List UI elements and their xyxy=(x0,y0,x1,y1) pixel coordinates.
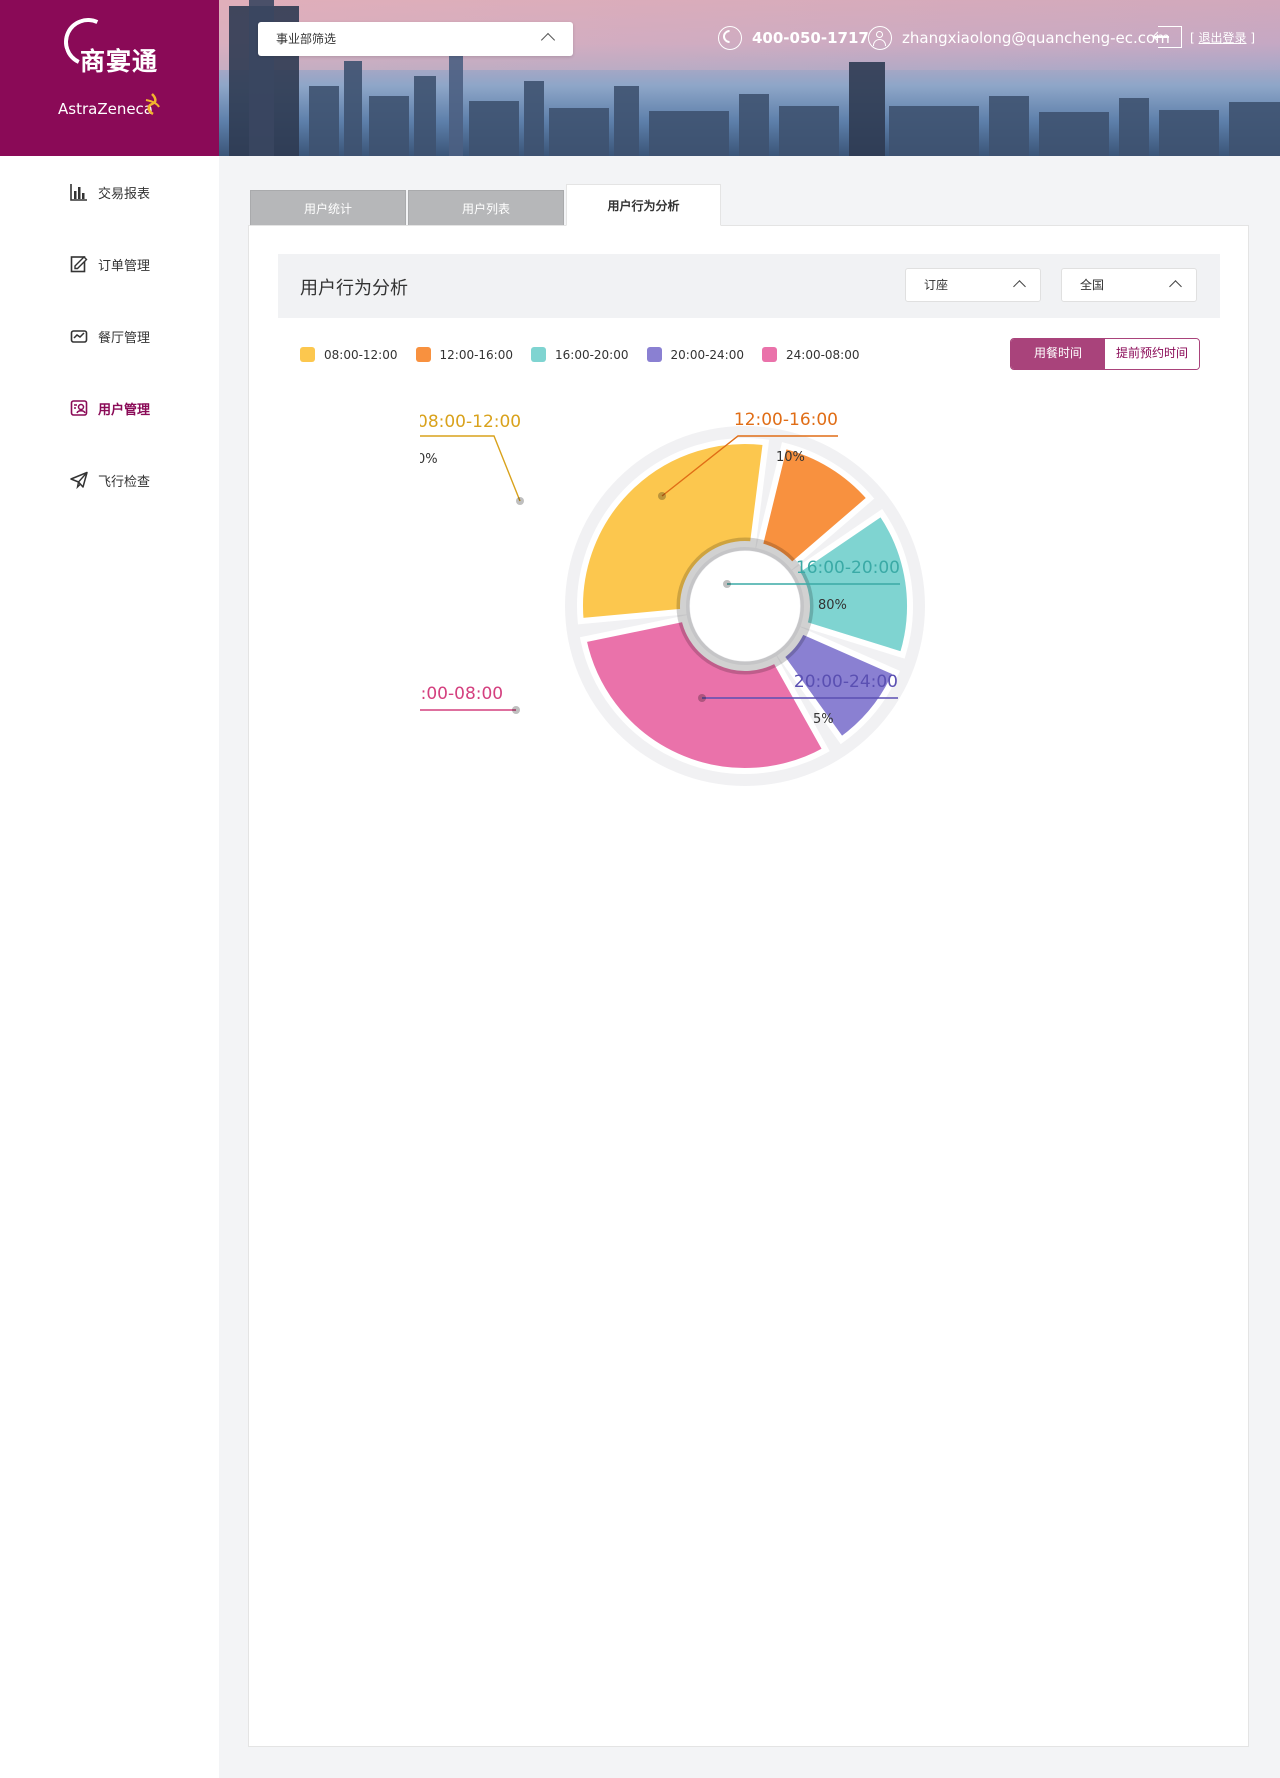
business-unit-select-value: 事业部筛选 xyxy=(276,32,337,46)
slice-value-label: 10% xyxy=(776,450,805,465)
page-title: 用户行为分析 xyxy=(300,278,408,299)
callout-dot xyxy=(723,580,731,588)
user-email: zhangxiaolong@quancheng-ec.com xyxy=(902,29,1170,47)
sidebar-item-label: 飞行检查 xyxy=(98,474,151,490)
header: 商宴通 AstraZeneca 事业部筛选 400-050-1717 zhang… xyxy=(0,0,1280,156)
tab-user-behavior-analysis[interactable]: 用户行为分析 xyxy=(566,184,721,226)
toggle-dining-time[interactable]: 用餐时间 xyxy=(1011,339,1105,369)
legend-item[interactable]: 16:00-20:00 xyxy=(531,347,629,362)
logout-link[interactable]: 退出登录 xyxy=(1199,31,1247,45)
slice-label: 12:00-16:00 xyxy=(734,410,838,430)
legend-label: 16:00-20:00 xyxy=(555,347,629,362)
slice-value-label: 5% xyxy=(813,712,834,727)
slice-label: 24:00-08:00 xyxy=(420,684,503,704)
phone-icon xyxy=(718,26,742,50)
slice-label: 20:00-24:00 xyxy=(794,672,898,692)
chevron-up-icon xyxy=(1169,280,1182,293)
tab-user-statistics[interactable]: 用户统计 xyxy=(250,190,406,226)
business-unit-select[interactable]: 事业部筛选 xyxy=(258,22,573,56)
chevron-up-icon xyxy=(540,32,556,48)
sidebar-item-label: 订单管理 xyxy=(98,258,151,274)
region-filter-select[interactable]: 全国 xyxy=(1061,268,1197,302)
astrazeneca-logo-icon xyxy=(145,93,160,116)
toggle-advance-booking-time[interactable]: 提前预约时间 xyxy=(1105,339,1199,369)
legend-label: 08:00-12:00 xyxy=(324,347,398,362)
sidebar-item-transaction-report[interactable]: 交易报表 xyxy=(70,180,150,204)
donut-hole xyxy=(690,551,800,661)
phone-contact: 400-050-1717 xyxy=(718,26,869,50)
company-name: AstraZeneca xyxy=(58,100,153,118)
callout-dot xyxy=(512,706,520,714)
time-mode-toggle[interactable]: 用餐时间 提前预约时间 xyxy=(1010,338,1200,370)
brand-block: 商宴通 AstraZeneca xyxy=(0,0,219,156)
slice-value-label: 80% xyxy=(818,598,847,613)
paper-plane-icon xyxy=(70,471,88,489)
legend-item[interactable]: 24:00-08:00 xyxy=(762,347,860,362)
legend-swatch xyxy=(762,347,777,362)
sidebar-item-label: 用户管理 xyxy=(98,402,151,418)
chart-legend: 08:00-12:00 12:00-16:00 16:00-20:00 20:00-2… xyxy=(300,347,878,362)
legend-swatch xyxy=(531,347,546,362)
user-account[interactable]: zhangxiaolong@quancheng-ec.com xyxy=(868,26,1170,50)
user-card-icon xyxy=(70,400,88,416)
type-filter-select[interactable]: 订座 xyxy=(905,268,1041,302)
sidebar-item-user-management[interactable]: 用户管理 xyxy=(70,396,150,420)
callout-line xyxy=(416,435,521,502)
callout-dot xyxy=(658,492,666,500)
bar-chart-icon xyxy=(70,184,87,201)
sidebar-item-label: 交易报表 xyxy=(98,186,151,202)
edit-document-icon xyxy=(70,256,88,273)
legend-swatch xyxy=(646,347,662,362)
callout-dot xyxy=(698,694,706,702)
type-filter-value: 订座 xyxy=(924,278,949,292)
behavior-donut-chart: 08:00-12:00 0% 12:00-16:00 10% 16:00-20:00 80… xyxy=(398,380,1100,840)
user-icon xyxy=(868,26,892,50)
legend-label: 20:00-24:00 xyxy=(670,347,745,362)
region-filter-value: 全国 xyxy=(1080,278,1105,292)
legend-label: 12:00-16:00 xyxy=(439,347,514,362)
slice-value-label: 0% xyxy=(420,452,438,467)
sidebar-item-order-management[interactable]: 订单管理 xyxy=(70,252,150,276)
legend-item[interactable]: 20:00-24:00 xyxy=(646,347,745,362)
slice-label: 16:00-20:00 xyxy=(796,558,900,578)
analysis-toolbar: 用户行为分析 订座 全国 xyxy=(278,254,1220,318)
legend-label: 24:00-08:00 xyxy=(786,347,860,362)
legend-item[interactable]: 12:00-16:00 xyxy=(415,347,514,362)
sidebar-item-restaurant-management[interactable]: 餐厅管理 xyxy=(70,324,150,348)
legend-swatch xyxy=(415,347,431,362)
legend-item[interactable]: 08:00-12:00 xyxy=(300,347,398,362)
sidebar-item-flight-inspection[interactable]: 飞行检查 xyxy=(70,468,150,492)
restaurant-icon xyxy=(70,330,88,343)
donut-chart-svg: 08:00-12:00 0% 12:00-16:00 10% 16:00-20:00 80… xyxy=(398,410,925,786)
chevron-up-icon xyxy=(1013,280,1026,293)
tab-user-list[interactable]: 用户列表 xyxy=(408,190,564,226)
legend-swatch xyxy=(300,347,315,362)
phone-number: 400-050-1717 xyxy=(752,29,869,47)
logout-button[interactable]: [ 退出登录 ] xyxy=(1154,26,1255,48)
logout-icon xyxy=(1154,26,1182,48)
slice-label: 08:00-12:00 xyxy=(420,412,521,432)
sidebar-item-label: 餐厅管理 xyxy=(98,330,151,346)
callout-dot xyxy=(516,497,524,505)
app-name: 商宴通 xyxy=(80,47,159,76)
